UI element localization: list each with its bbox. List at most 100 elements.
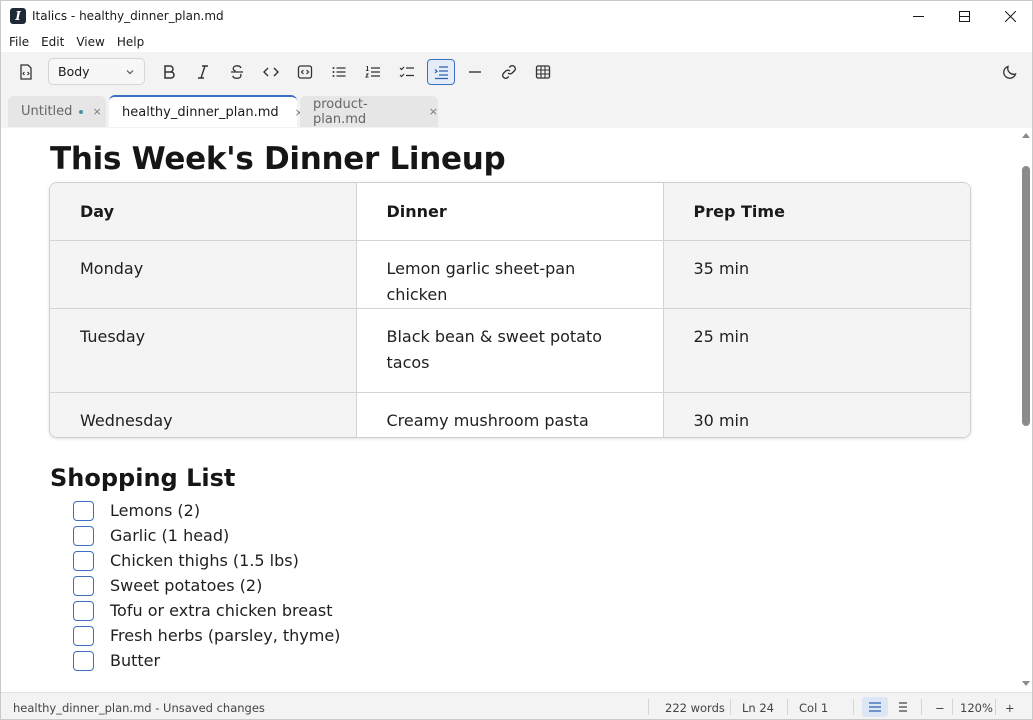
tab-label: Untitled <box>21 104 73 119</box>
vertical-scrollbar[interactable] <box>1019 128 1032 691</box>
scroll-down-icon[interactable] <box>1021 680 1031 688</box>
minimize-button-area[interactable] <box>895 1 941 32</box>
task-checkbox[interactable] <box>73 525 94 546</box>
word-count: 222 words <box>665 701 725 715</box>
task-label: Tofu or extra chicken breast <box>110 601 333 620</box>
table-cell[interactable]: 25 min <box>663 308 970 393</box>
scrollbar-thumb[interactable] <box>1022 166 1030 426</box>
indent-button[interactable] <box>427 59 455 85</box>
table-cell[interactable]: 30 min <box>663 392 970 437</box>
unsaved-dot-icon <box>79 109 84 114</box>
link-icon <box>502 65 516 79</box>
view-mode-button-active[interactable] <box>862 697 888 717</box>
table-cell[interactable]: Lemon garlic sheet-pan chicken <box>356 240 664 309</box>
table-button[interactable] <box>529 59 557 85</box>
list-item: Tofu or extra chicken breast <box>73 598 340 623</box>
shopping-checklist: Lemons (2) Garlic (1 head) Chicken thigh… <box>73 498 340 673</box>
task-checkbox[interactable] <box>73 650 94 671</box>
source-file-icon <box>20 64 32 80</box>
table-cell[interactable]: Monday <box>50 240 357 309</box>
zoom-in-button[interactable]: + <box>1005 701 1015 715</box>
horizontal-rule-button[interactable] <box>461 59 489 85</box>
task-checkbox[interactable] <box>73 600 94 621</box>
menu-help[interactable]: Help <box>117 35 144 49</box>
app-logo-icon: I <box>10 8 26 24</box>
zoom-level: 120% <box>960 701 993 715</box>
tab-close-button[interactable]: × <box>429 105 438 118</box>
dark-mode-button[interactable] <box>996 59 1024 85</box>
task-checkbox[interactable] <box>73 550 94 571</box>
table-header-cell[interactable]: Dinner <box>356 183 664 241</box>
numbered-list-icon <box>365 66 380 78</box>
task-label: Fresh herbs (parsley, thyme) <box>110 626 341 645</box>
app-window: I Italics - healthy_dinner_plan.md File … <box>0 0 1033 720</box>
bullet-list-button[interactable] <box>325 59 353 85</box>
maximize-icon <box>958 11 970 22</box>
menu-bar: File Edit View Help <box>1 32 1032 52</box>
divider <box>787 699 788 715</box>
link-button[interactable] <box>495 59 523 85</box>
tab-untitled[interactable]: Untitled × <box>8 96 106 127</box>
maximize-button[interactable] <box>941 1 987 32</box>
inline-code-button[interactable] <box>257 59 285 85</box>
task-label: Butter <box>110 651 161 670</box>
bold-icon <box>164 65 175 79</box>
italic-button[interactable] <box>189 59 217 85</box>
table-header-cell[interactable]: Prep Time <box>663 183 970 241</box>
task-checkbox[interactable] <box>73 625 94 646</box>
divider <box>648 699 649 715</box>
window-title: Italics - healthy_dinner_plan.md <box>32 9 224 23</box>
table-header-row: Day Dinner Prep Time <box>50 183 970 241</box>
title-bar: I Italics - healthy_dinner_plan.md <box>1 1 1032 32</box>
column-number: Col 1 <box>799 701 829 715</box>
divider <box>995 699 996 715</box>
align-left-icon <box>869 702 881 712</box>
task-list-button[interactable] <box>393 59 421 85</box>
zoom-out-button[interactable]: − <box>935 701 945 715</box>
menu-view[interactable]: View <box>76 35 104 49</box>
strikethrough-button[interactable] <box>223 59 251 85</box>
code-icon <box>263 67 279 77</box>
file-status: healthy_dinner_plan.md - Unsaved changes <box>13 701 265 715</box>
menu-edit[interactable]: Edit <box>41 35 64 49</box>
divider <box>730 699 731 715</box>
tab-bar: Untitled × healthy_dinner_plan.md × prod… <box>1 92 1032 128</box>
table-cell[interactable]: Wednesday <box>50 392 357 437</box>
task-list-icon <box>399 66 414 78</box>
table-cell[interactable]: 35 min <box>663 240 970 309</box>
align-center-icon <box>899 702 907 712</box>
table-cell[interactable]: Tuesday <box>50 308 357 393</box>
tab-label: healthy_dinner_plan.md <box>122 104 279 120</box>
source-view-button[interactable] <box>12 59 40 85</box>
tab-product-plan[interactable]: product-plan.md × <box>300 96 438 127</box>
divider <box>952 699 953 715</box>
list-item: Garlic (1 head) <box>73 523 340 548</box>
table-header-cell[interactable]: Day <box>50 183 357 241</box>
scroll-up-icon[interactable] <box>1021 131 1031 139</box>
paragraph-style-select[interactable]: Body <box>48 58 145 85</box>
table-cell[interactable]: Creamy mushroom pasta <box>356 392 664 437</box>
tab-healthy-dinner-plan[interactable]: healthy_dinner_plan.md × <box>109 95 304 127</box>
menu-file[interactable]: File <box>9 35 29 49</box>
task-checkbox[interactable] <box>73 500 94 521</box>
dinner-table[interactable]: Day Dinner Prep Time Monday Lemon garlic… <box>49 182 971 438</box>
strikethrough-icon <box>231 65 243 79</box>
table-cell[interactable]: Black bean & sweet potato tacos <box>356 308 664 393</box>
bold-button[interactable] <box>155 59 183 85</box>
divider <box>921 699 922 715</box>
list-item: Chicken thighs (1.5 lbs) <box>73 548 340 573</box>
task-label: Garlic (1 head) <box>110 526 230 545</box>
numbered-list-button[interactable] <box>359 59 387 85</box>
line-number: Ln 24 <box>742 701 774 715</box>
task-checkbox[interactable] <box>73 575 94 596</box>
code-block-button[interactable] <box>291 59 319 85</box>
task-label: Sweet potatoes (2) <box>110 576 263 595</box>
list-item: Butter <box>73 648 340 673</box>
table-row: Tuesday Black bean & sweet potato tacos … <box>50 308 970 393</box>
close-window-button[interactable] <box>987 1 1032 32</box>
tab-close-button[interactable]: × <box>92 105 101 118</box>
task-label: Lemons (2) <box>110 501 201 520</box>
status-bar: healthy_dinner_plan.md - Unsaved changes… <box>1 692 1032 719</box>
editor-content[interactable]: This Week's Dinner Lineup Day Dinner Pre… <box>1 128 1019 691</box>
view-mode-button[interactable] <box>890 697 916 717</box>
